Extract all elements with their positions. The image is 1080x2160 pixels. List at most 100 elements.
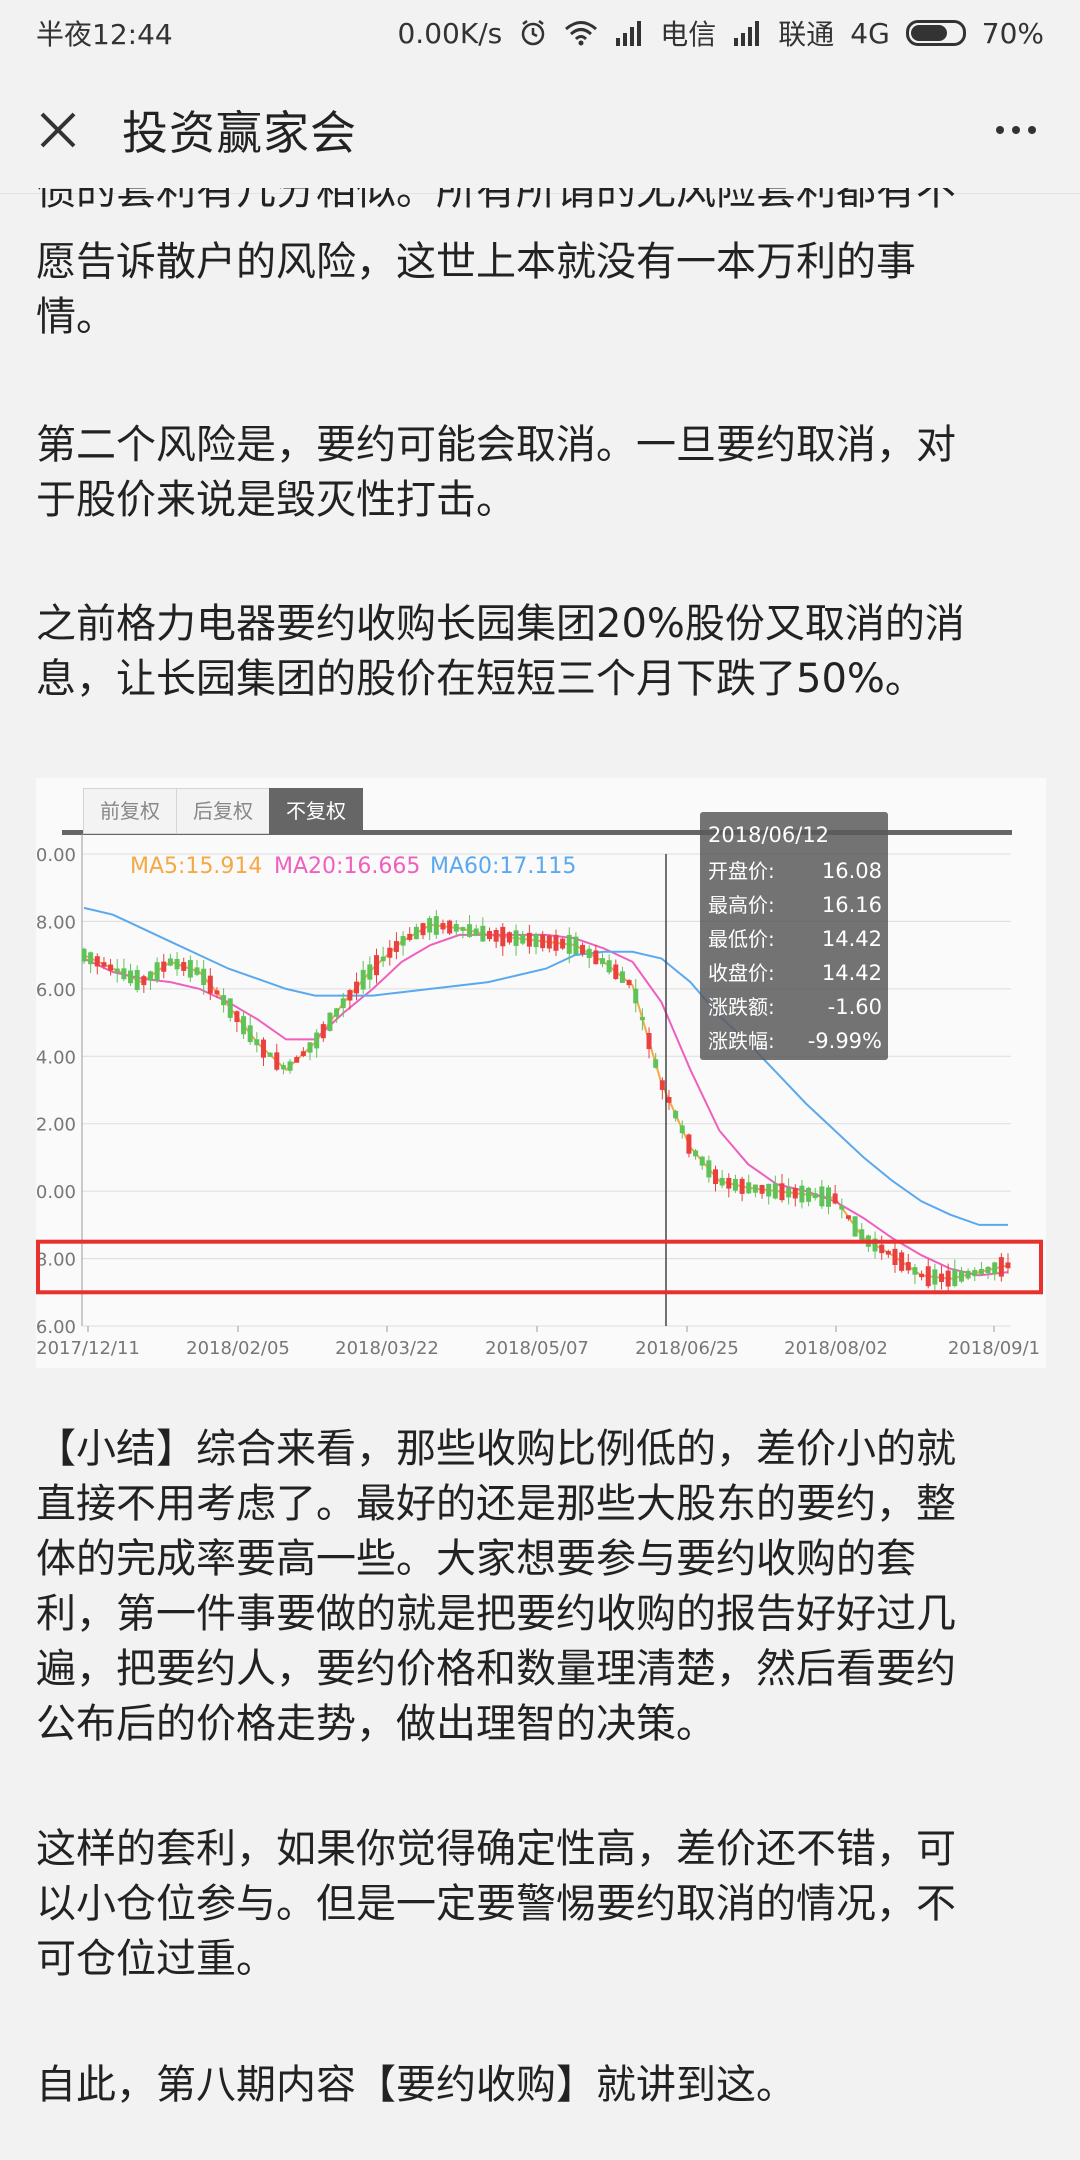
legend-ma20: MA20:16.665 <box>274 854 421 879</box>
candle-body <box>101 962 107 967</box>
candle-body <box>766 1183 772 1197</box>
candle-body <box>600 958 606 965</box>
candle-body <box>932 1269 938 1285</box>
candle-body <box>1005 1262 1011 1269</box>
y-tick-label: 14.00 <box>36 1047 76 1068</box>
tooltip-row: 最高价: 16.16 <box>708 893 882 917</box>
candle-body <box>713 1169 719 1185</box>
candle-body <box>606 960 612 973</box>
candle-body <box>639 1016 645 1021</box>
candle-body <box>128 970 134 984</box>
candle-body <box>580 944 586 955</box>
tooltip-row: 收盘价: 14.42 <box>708 961 882 985</box>
candle-body <box>287 1061 293 1071</box>
network-type: 4G <box>850 16 890 50</box>
candle-body <box>108 964 114 971</box>
signal-icon <box>614 20 644 46</box>
y-tick-label: 20.00 <box>36 845 76 866</box>
candle-body <box>260 1039 266 1058</box>
candle-body <box>174 958 180 970</box>
candle-body <box>141 976 147 986</box>
status-icons: 0.00K/s 电信 联通 4G 70% <box>397 13 1044 53</box>
candle-body <box>227 998 233 1018</box>
x-tick-label: 2018/02/05 <box>186 1338 290 1359</box>
network-speed: 0.00K/s <box>397 16 503 50</box>
candle-body <box>360 969 366 990</box>
candle-body <box>526 932 532 947</box>
candle-body <box>513 930 519 946</box>
candle-body <box>154 962 160 981</box>
candle-body <box>925 1266 931 1287</box>
clipped-line: 债的套利有几分相似。所有所谓的无风险套利都有不 <box>36 188 956 214</box>
close-button[interactable] <box>34 106 82 154</box>
candle-body <box>367 964 373 980</box>
candle-body <box>839 1205 845 1210</box>
close-icon <box>40 112 76 147</box>
candle-body <box>300 1051 306 1057</box>
candle-body <box>939 1273 945 1282</box>
candle-body <box>407 933 413 940</box>
y-tick-label: 16.00 <box>36 980 76 1001</box>
candle-body <box>706 1160 712 1178</box>
candle-body <box>686 1134 692 1154</box>
paragraph-1: 愿告诉散户的风险，这世上本就没有一本万利的事 情。 <box>36 239 916 340</box>
candle-body <box>666 1096 672 1103</box>
y-tick-label: 8.00 <box>36 1250 76 1271</box>
y-tick-label: 18.00 <box>36 912 76 933</box>
tab-backward-adjusted[interactable]: 后复权 <box>176 788 270 834</box>
x-tick-label: 2018/05/07 <box>485 1338 589 1359</box>
candle-body <box>972 1269 978 1277</box>
tab-forward-adjusted[interactable]: 前复权 <box>83 788 177 834</box>
more-dot-icon <box>1012 125 1020 134</box>
more-options-button[interactable] <box>986 106 1046 154</box>
candle-body <box>646 1033 652 1050</box>
candle-body <box>400 936 406 946</box>
candle-body <box>347 990 353 1001</box>
legend-ma60: MA60:17.115 <box>430 854 577 879</box>
candle-body <box>467 924 473 937</box>
x-tick-label: 2018/06/25 <box>635 1338 739 1359</box>
candle-body <box>732 1178 738 1191</box>
candle-body <box>433 916 439 935</box>
candle-body <box>241 1016 247 1035</box>
y-tick-label: 12.00 <box>36 1115 76 1136</box>
candle-body <box>207 975 213 994</box>
candle-body <box>553 934 559 951</box>
candle-body <box>819 1186 825 1207</box>
candle-body <box>560 938 566 949</box>
candle-body <box>94 956 100 967</box>
article-paragraph-6: 自此，第八期内容【要约收购】就讲到这。 <box>36 2062 796 2108</box>
candle-body <box>88 952 94 965</box>
candle-body <box>280 1065 286 1070</box>
candle-body <box>786 1187 792 1198</box>
candle-body <box>387 947 393 958</box>
candle-body <box>958 1270 964 1282</box>
candle-body <box>852 1216 858 1237</box>
candle-body <box>201 968 207 985</box>
x-tick-label: 2018/08/02 <box>784 1338 888 1359</box>
candle-body <box>380 956 386 962</box>
x-tick-label: 2018/09/1 <box>948 1338 1040 1359</box>
stock-chart: 20.0018.0016.0014.0012.0010.008.006.0020… <box>36 778 1046 1368</box>
tooltip-row: 最低价: 14.42 <box>708 927 882 951</box>
carrier-1: 电信 <box>660 18 717 51</box>
candle-body <box>965 1270 971 1279</box>
candle-body <box>885 1250 891 1255</box>
candle-body <box>912 1267 918 1275</box>
candle-body <box>486 931 492 940</box>
tab-unadjusted[interactable]: 不复权 <box>269 788 363 834</box>
tooltip-row: 涨跌额: -1.60 <box>708 995 882 1019</box>
candle-body <box>413 926 419 940</box>
candle-body <box>992 1262 998 1275</box>
candle-body <box>998 1257 1004 1277</box>
candle-body <box>752 1184 758 1193</box>
candle-body <box>812 1193 818 1199</box>
candle-body <box>533 933 539 948</box>
battery-icon <box>905 20 966 46</box>
candle-body <box>699 1156 705 1166</box>
candle-body <box>832 1193 838 1204</box>
candle-body <box>653 1059 659 1068</box>
candle-body <box>114 968 120 973</box>
candle-body <box>480 925 486 942</box>
candle-body <box>633 988 639 1004</box>
